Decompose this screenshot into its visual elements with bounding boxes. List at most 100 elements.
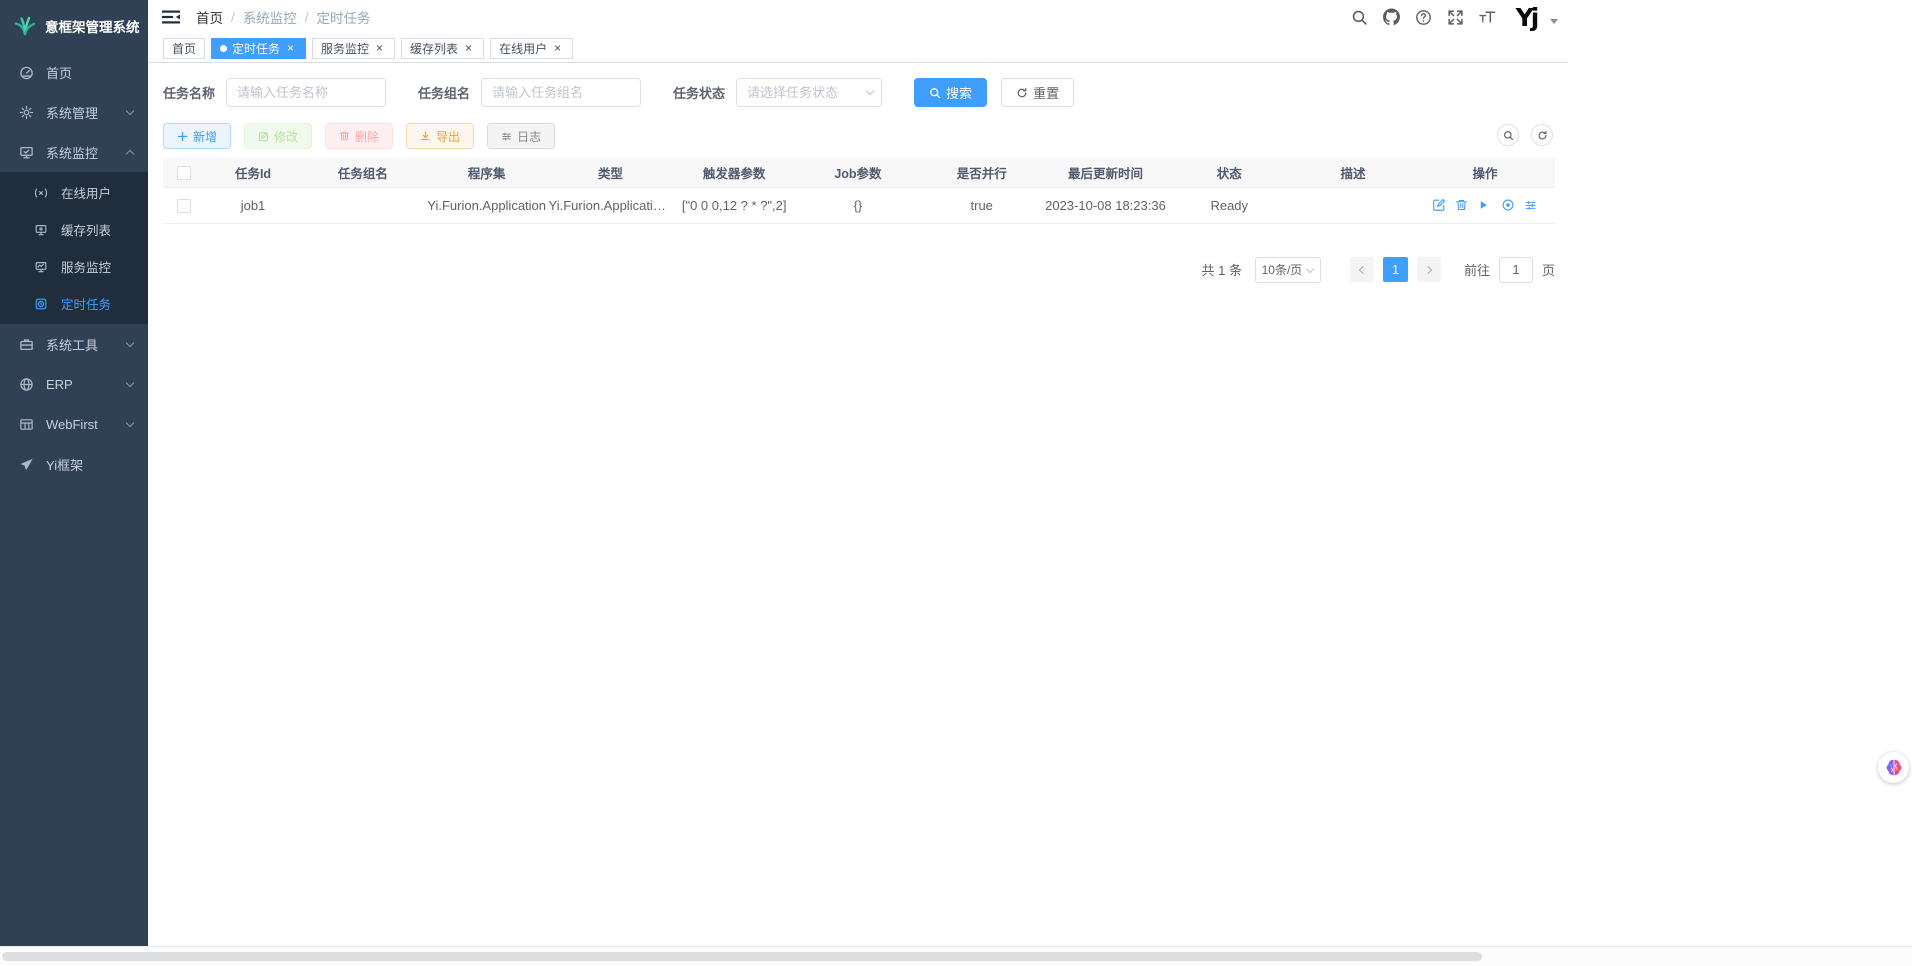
page-content: 任务名称 任务组名 任务状态 [148, 63, 1568, 283]
tab-service-monitor[interactable]: 服务监控 × [312, 38, 395, 59]
sidebar-item-label: 定时任务 [61, 294, 111, 313]
scrollbar-thumb[interactable] [2, 952, 1482, 961]
toggle-search-button[interactable] [1497, 124, 1519, 146]
play-icon[interactable] [1478, 198, 1492, 212]
page-size-select[interactable]: 10条/页 [1255, 257, 1321, 283]
cell-type: Yi.Furion.Application... [549, 187, 673, 223]
task-status-select[interactable] [736, 78, 882, 107]
sidebar-item-online-users[interactable]: 在线用户 [0, 174, 148, 211]
fullscreen-icon[interactable] [1447, 9, 1464, 26]
cell-task-group [301, 187, 425, 223]
sidebar-item-system-management[interactable]: 系统管理 [0, 92, 148, 132]
page-1-button[interactable]: 1 [1383, 257, 1408, 282]
task-group-field: 任务组名 [418, 78, 641, 107]
add-button[interactable]: 新增 [163, 123, 231, 149]
sidebar-item-service-monitor[interactable]: 服务监控 [0, 248, 148, 285]
caret-down-icon[interactable] [1550, 19, 1558, 24]
timer-icon [34, 296, 49, 311]
log-icon[interactable] [1524, 198, 1538, 212]
table-toolbar: 新增 修改 删除 导出 [163, 123, 1555, 149]
search-icon[interactable] [1351, 9, 1368, 26]
table-row[interactable]: job1 Yi.Furion.Application Yi.Furion.App… [163, 187, 1555, 223]
chevron-right-icon [1424, 265, 1432, 273]
download-icon [420, 130, 431, 142]
tab-label: 首页 [172, 40, 196, 57]
edit-button[interactable]: 修改 [244, 123, 312, 149]
sidebar-item-scheduled-tasks[interactable]: 定时任务 [0, 285, 148, 322]
task-status-label: 任务状态 [673, 83, 725, 102]
reset-button[interactable]: 重置 [1001, 78, 1074, 107]
close-tab-icon[interactable]: × [284, 42, 297, 55]
tab-label: 定时任务 [232, 40, 280, 57]
log-list-icon [501, 131, 512, 142]
prev-page-button[interactable] [1350, 257, 1374, 282]
sidebar-item-label: WebFirst [46, 417, 98, 432]
task-status-select-input[interactable] [736, 78, 882, 107]
navbar-right-tools: Yj [1351, 2, 1558, 32]
font-size-icon[interactable] [1479, 9, 1496, 26]
grid-icon [19, 417, 34, 432]
tab-scheduled-tasks[interactable]: 定时任务 × [211, 38, 306, 59]
breadcrumb-home[interactable]: 首页 [196, 7, 223, 27]
search-button[interactable]: 搜索 [914, 78, 987, 107]
next-page-button[interactable] [1417, 257, 1441, 282]
view-icon[interactable] [1501, 198, 1515, 212]
search-form: 任务名称 任务组名 任务状态 [163, 78, 1555, 107]
goto-page-input[interactable] [1499, 257, 1533, 283]
column-header: 任务组名 [301, 158, 425, 187]
sidebar-item-system-tools[interactable]: 系统工具 [0, 324, 148, 364]
refresh-icon [1537, 130, 1548, 141]
tab-home[interactable]: 首页 [163, 38, 205, 59]
reset-button-label: 重置 [1033, 83, 1059, 102]
leaf-logo-icon [12, 14, 38, 38]
monitor-icon [19, 145, 34, 160]
sidebar-item-label: 首页 [46, 63, 72, 82]
github-icon[interactable] [1383, 9, 1400, 26]
sidebar-item-home[interactable]: 首页 [0, 52, 148, 92]
tab-cache-list[interactable]: 缓存列表 × [401, 38, 484, 59]
search-icon [1503, 130, 1514, 141]
horizontal-scrollbar[interactable] [0, 946, 1912, 966]
close-tab-icon[interactable]: × [373, 42, 386, 55]
collapse-sidebar-icon[interactable] [162, 9, 180, 25]
cell-description [1291, 187, 1415, 223]
edit-icon[interactable] [1432, 198, 1446, 212]
chevron-down-icon [126, 379, 134, 387]
task-name-input[interactable] [226, 78, 386, 107]
column-header: 操作 [1415, 158, 1555, 187]
breadcrumb-current: 定时任务 [317, 7, 371, 27]
export-button[interactable]: 导出 [406, 123, 474, 149]
select-all-checkbox[interactable] [177, 166, 191, 180]
task-group-input[interactable] [481, 78, 641, 107]
sidebar-item-webfirst[interactable]: WebFirst [0, 404, 148, 444]
online-user-icon [34, 185, 49, 200]
sidebar-item-system-monitor[interactable]: 系统监控 [0, 132, 148, 172]
delete-button[interactable]: 删除 [325, 123, 393, 149]
column-header: 状态 [1167, 158, 1291, 187]
brain-extension-icon[interactable] [1878, 752, 1909, 783]
sidebar-item-cache-list[interactable]: 缓存列表 [0, 211, 148, 248]
task-status-field: 任务状态 [673, 78, 882, 107]
table-header-row: 任务Id 任务组名 程序集 类型 触发器参数 Job参数 是否并行 最后更新时间… [163, 158, 1555, 187]
cell-job-args: {} [796, 187, 920, 223]
search-icon [929, 87, 941, 99]
user-avatar[interactable]: Yj [1511, 2, 1541, 32]
sidebar-item-label: 系统管理 [46, 103, 98, 122]
tab-online-users[interactable]: 在线用户 × [490, 38, 573, 59]
export-button-label: 导出 [436, 128, 460, 145]
sidebar-item-erp[interactable]: ERP [0, 364, 148, 404]
help-icon[interactable] [1415, 9, 1432, 26]
close-tab-icon[interactable]: × [462, 42, 475, 55]
task-name-label: 任务名称 [163, 83, 215, 102]
row-checkbox[interactable] [177, 199, 191, 213]
sidebar-item-yi-framework[interactable]: Yi框架 [0, 444, 148, 484]
sidebar-item-label: 缓存列表 [61, 220, 111, 239]
tag-tabs-bar: 首页 定时任务 × 服务监控 × 缓存列表 × 在线用户 × [148, 34, 1568, 63]
toolbox-icon [19, 337, 34, 352]
refresh-table-button[interactable] [1531, 124, 1553, 146]
column-header: 描述 [1291, 158, 1415, 187]
log-button[interactable]: 日志 [487, 123, 555, 149]
cell-task-id: job1 [205, 187, 301, 223]
delete-icon[interactable] [1455, 198, 1469, 212]
close-tab-icon[interactable]: × [551, 42, 564, 55]
